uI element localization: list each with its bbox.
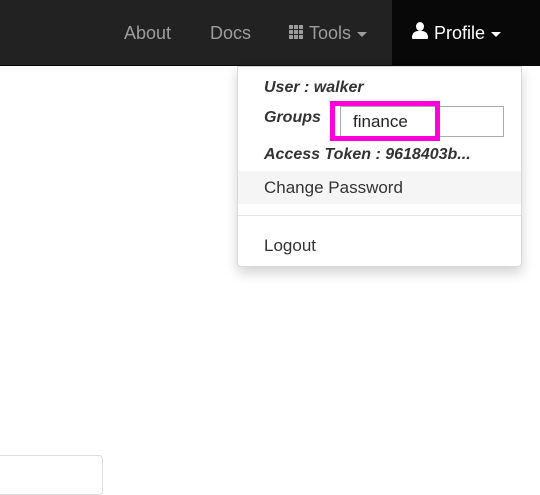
caret-down-icon	[491, 31, 502, 37]
logout-menu-item[interactable]: Logout	[238, 229, 521, 262]
nav-profile-dropdown[interactable]: Profile	[392, 0, 540, 66]
profile-dropdown-menu: User : walker Groups Access Token : 9618…	[237, 66, 522, 267]
content-panel	[0, 455, 103, 495]
menu-divider	[238, 215, 521, 216]
nav-docs-link[interactable]: Docs	[210, 0, 251, 66]
nav-tools-dropdown[interactable]: Tools	[289, 0, 368, 66]
change-password-label: Change Password	[264, 178, 403, 197]
nav-tools-label: Tools	[309, 23, 352, 43]
nav-profile-label: Profile	[434, 23, 486, 43]
access-token-text: Access Token : 9618403b...	[264, 146, 471, 163]
groups-label: Groups	[264, 109, 321, 126]
change-password-menu-item[interactable]: Change Password	[238, 171, 521, 204]
user-icon	[412, 22, 428, 40]
caret-down-icon	[357, 31, 368, 37]
grid-icon	[289, 25, 303, 40]
top-navbar: About Docs Tools Profile	[0, 0, 540, 66]
nav-docs-label: Docs	[210, 23, 252, 43]
groups-input[interactable]	[340, 106, 504, 137]
nav-about-link[interactable]: About	[124, 0, 171, 66]
logout-label: Logout	[264, 236, 316, 255]
nav-about-label: About	[124, 23, 172, 43]
user-name-text: User : walker	[264, 79, 364, 96]
